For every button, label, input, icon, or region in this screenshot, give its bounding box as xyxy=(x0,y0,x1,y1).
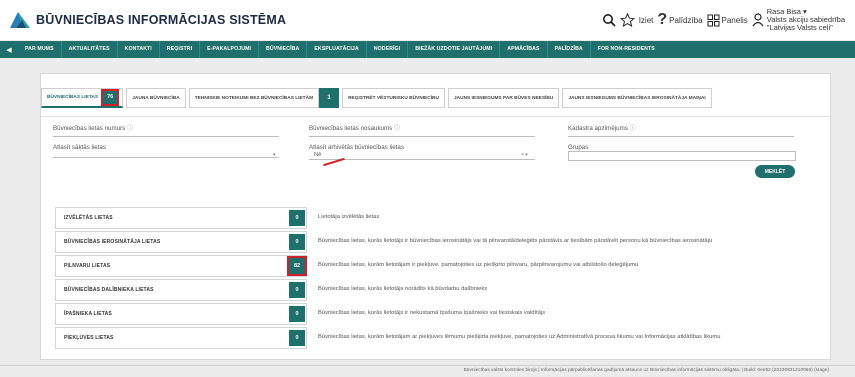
nav-item-non-residents[interactable]: FOR NON-RESIDENTS xyxy=(591,41,662,58)
list-item[interactable]: BŪVNIECĪBAS DALĪBNIEKA LIETAS 0 Būvniecī… xyxy=(55,279,805,301)
clear-dropdown-icon[interactable]: × ▾ xyxy=(521,152,528,158)
row-count-badge[interactable]: 0 xyxy=(289,210,305,226)
row-description: Būvniecības lietas, kurās lietotājs ir n… xyxy=(318,310,546,316)
row-label[interactable]: PIEKĻUVES LIETAS xyxy=(55,327,307,349)
nav-item-kontakti[interactable]: KONTAKTI xyxy=(118,41,160,58)
row-label[interactable]: PILNVARU LIETAS xyxy=(55,255,307,277)
case-name-label-text: Būvniecības lietas nosaukums xyxy=(309,125,393,132)
row-count-badge[interactable]: 0 xyxy=(289,234,305,250)
tab-technical-rules-count: 1 xyxy=(319,88,340,108)
list-item[interactable]: IZVĒLĒTĀS LIETAS 0 Lietotāja izvēlētās l… xyxy=(55,207,805,229)
archived-cases-value[interactable]: Nē xyxy=(314,152,321,158)
info-icon[interactable]: ⓘ xyxy=(127,125,133,132)
list-item[interactable]: BŪVNIECĪBAS IEROSINĀTĀJA LIETAS 0 Būvnie… xyxy=(55,231,805,253)
case-number-input[interactable] xyxy=(53,136,279,137)
help-link[interactable]: ? Palīdzība xyxy=(657,12,702,28)
user-icon xyxy=(752,13,764,27)
row-description: Lietotāja izvēlētās lietas xyxy=(318,214,380,220)
selected-cases-select-label: Atlasīt sāķtās lietas xyxy=(53,144,106,151)
user-info: Rasa Bisa ▾ Valsts akciju sabiedrība "La… xyxy=(767,8,845,32)
row-description: Būvniecības lietas, kurām lietotājam ar … xyxy=(318,334,721,340)
footer-divider xyxy=(0,365,855,366)
row-count-badge[interactable]: 0 xyxy=(289,282,305,298)
case-number-label-text: Būvniecības lietas numurs xyxy=(53,125,126,132)
row-label[interactable]: BŪVNIECĪBAS DALĪBNIEKA LIETAS xyxy=(55,279,307,301)
grid-icon xyxy=(707,14,720,26)
tab-new-construction-label: JAUNA BŪVNIECĪBA xyxy=(132,95,180,101)
user-menu[interactable]: Rasa Bisa ▾ Valsts akciju sabiedrība "La… xyxy=(752,8,845,32)
search-icon[interactable] xyxy=(602,13,616,27)
cadastre-input[interactable] xyxy=(568,136,794,137)
tab-construction-cases-count: 76 xyxy=(101,89,120,106)
panel-link[interactable]: Panelis xyxy=(707,14,748,27)
archived-cases-select-label: Atlasīt arhivētās būvniecības lietas xyxy=(309,144,404,151)
list-item[interactable]: PIEKĻUVES LIETAS 0 Būvniecības lietas, k… xyxy=(55,327,805,349)
case-name-label: Būvniecības lietas nosaukums ⓘ xyxy=(309,123,400,132)
tab-construction-cases-label: BŪVNIECĪBAS LIETAS xyxy=(47,95,99,100)
row-description: Būvniecības lietas, kurām lietotājam ir … xyxy=(318,262,639,268)
nav-item-par-mums[interactable]: PAR MUMS xyxy=(18,41,62,58)
filter-panel: Būvniecības lietas numurs ⓘ Būvniecības … xyxy=(41,116,830,204)
case-tabs: BŪVNIECĪBAS LIETAS 76 JAUNA BŪVNIECĪBA T… xyxy=(41,88,712,108)
nav-item-aktualitates[interactable]: AKTUALITĀTES xyxy=(62,41,118,58)
main-nav: ◀ PAR MUMS AKTUALITĀTES KONTAKTI REĢISTR… xyxy=(0,41,855,58)
tab-register-historical[interactable]: REĢISTRĒT VĒSTURISKU BŪVNIECĪBU xyxy=(342,88,445,108)
tab-initiator-change-application-label: JAUNS IESNIEGUMS BŪVNIECĪBAS IEROSINĀTĀJ… xyxy=(568,95,706,101)
case-number-label: Būvniecības lietas numurs ⓘ xyxy=(53,123,133,132)
row-description: Būvniecības lietas, kurās lietotājs norā… xyxy=(318,286,488,292)
case-name-input[interactable] xyxy=(309,136,535,137)
selected-cases-select[interactable] xyxy=(53,157,279,158)
app-header: BŪVNIECĪBAS INFORMĀCIJAS SISTĒMA Iziet ?… xyxy=(0,0,855,40)
groups-label: Grupas xyxy=(568,144,589,151)
bis-logo-icon[interactable] xyxy=(8,8,32,32)
nav-item-palidziba[interactable]: PALĪDZĪBA xyxy=(548,41,591,58)
row-description: Būvniecības lietas, kurās lietotājs ir b… xyxy=(318,238,713,244)
construction-cases-card: BŪVNIECĪBAS LIETAS 76 JAUNA BŪVNIECĪBA T… xyxy=(40,73,831,360)
footer-text: Būvniecības valsts kontroles birojs | In… xyxy=(463,368,829,373)
tab-initiator-change-application[interactable]: JAUNS IESNIEGUMS BŪVNIECĪBAS IEROSINĀTĀJ… xyxy=(562,88,712,108)
tab-construction-cases[interactable]: BŪVNIECĪBAS LIETAS 76 xyxy=(41,88,124,108)
search-button[interactable]: MEKLĒT xyxy=(755,165,795,178)
tab-non-existence-application[interactable]: JAUNS IESNIEGUMS PAR BŪVES NEESĪBU xyxy=(447,88,560,108)
row-count-badge[interactable]: 0 xyxy=(289,306,305,322)
nav-collapse-arrow-icon[interactable]: ◀ xyxy=(0,46,18,54)
list-item[interactable]: ĪPAŠNIEKA LIETAS 0 Būvniecības lietas, k… xyxy=(55,303,805,325)
list-item[interactable]: PILNVARU LIETAS 82 Būvniecības lietas, k… xyxy=(55,255,805,277)
nav-item-apmacibas[interactable]: APMĀCĪBAS xyxy=(500,41,548,58)
user-org-line2: "Latvijas Valsts ceļi" xyxy=(766,23,833,32)
logout-link[interactable]: Iziet xyxy=(639,16,654,25)
nav-item-noderigi[interactable]: NODERĪGI xyxy=(367,41,409,58)
nav-item-faq[interactable]: BIEŽĀK UZDOTIE JAUTĀJUMI xyxy=(408,41,501,58)
star-icon[interactable] xyxy=(619,13,635,27)
row-label[interactable]: BŪVNIECĪBAS IEROSINĀTĀJA LIETAS xyxy=(55,231,307,253)
nav-item-ekspluatacija[interactable]: EKSPLUATĀCIJA xyxy=(307,41,367,58)
tab-technical-rules-label: TEHNISKIE NOTEIKUMI BEZ BŪVNIECĪBAS LIET… xyxy=(194,95,314,101)
nav-item-e-pakalpojumi[interactable]: E-PAKALPOJUMI xyxy=(200,41,260,58)
header-actions: Iziet ? Palīdzība Panelis Rasa Bisa ▾ Va… xyxy=(602,6,845,34)
nav-item-buvnieciba[interactable]: BŪVNIECĪBA xyxy=(259,41,308,58)
help-label: Palīdzība xyxy=(669,15,703,25)
row-label[interactable]: ĪPAŠNIEKA LIETAS xyxy=(55,303,307,325)
panel-label: Panelis xyxy=(721,15,748,25)
info-icon[interactable]: ⓘ xyxy=(630,125,636,132)
help-icon: ? xyxy=(657,11,668,28)
tab-new-construction[interactable]: JAUNA BŪVNIECĪBA xyxy=(126,88,186,108)
tab-technical-rules[interactable]: TEHNISKIE NOTEIKUMI BEZ BŪVNIECĪBAS LIET… xyxy=(188,88,320,108)
row-count-badge[interactable]: 0 xyxy=(289,330,305,346)
app-title[interactable]: BŪVNIECĪBAS INFORMĀCIJAS SISTĒMA xyxy=(36,13,286,27)
logout-label: Iziet xyxy=(638,15,654,25)
chevron-down-icon[interactable]: ▾ xyxy=(273,152,276,158)
tab-register-historical-label: REĢISTRĒT VĒSTURISKU BŪVNIECĪBU xyxy=(348,95,439,101)
nav-item-registri[interactable]: REĢISTRI xyxy=(160,41,201,58)
groups-input[interactable] xyxy=(568,151,796,161)
row-label[interactable]: IZVĒLĒTĀS LIETAS xyxy=(55,207,307,229)
cadastre-label: Kadastra apzīmējums ⓘ xyxy=(568,123,636,132)
row-count-badge[interactable]: 82 xyxy=(287,256,307,276)
cadastre-label-text: Kadastra apzīmējums xyxy=(568,125,628,132)
tab-non-existence-application-label: JAUNS IESNIEGUMS PAR BŪVES NEESĪBU xyxy=(453,95,554,101)
info-icon[interactable]: ⓘ xyxy=(394,125,400,132)
